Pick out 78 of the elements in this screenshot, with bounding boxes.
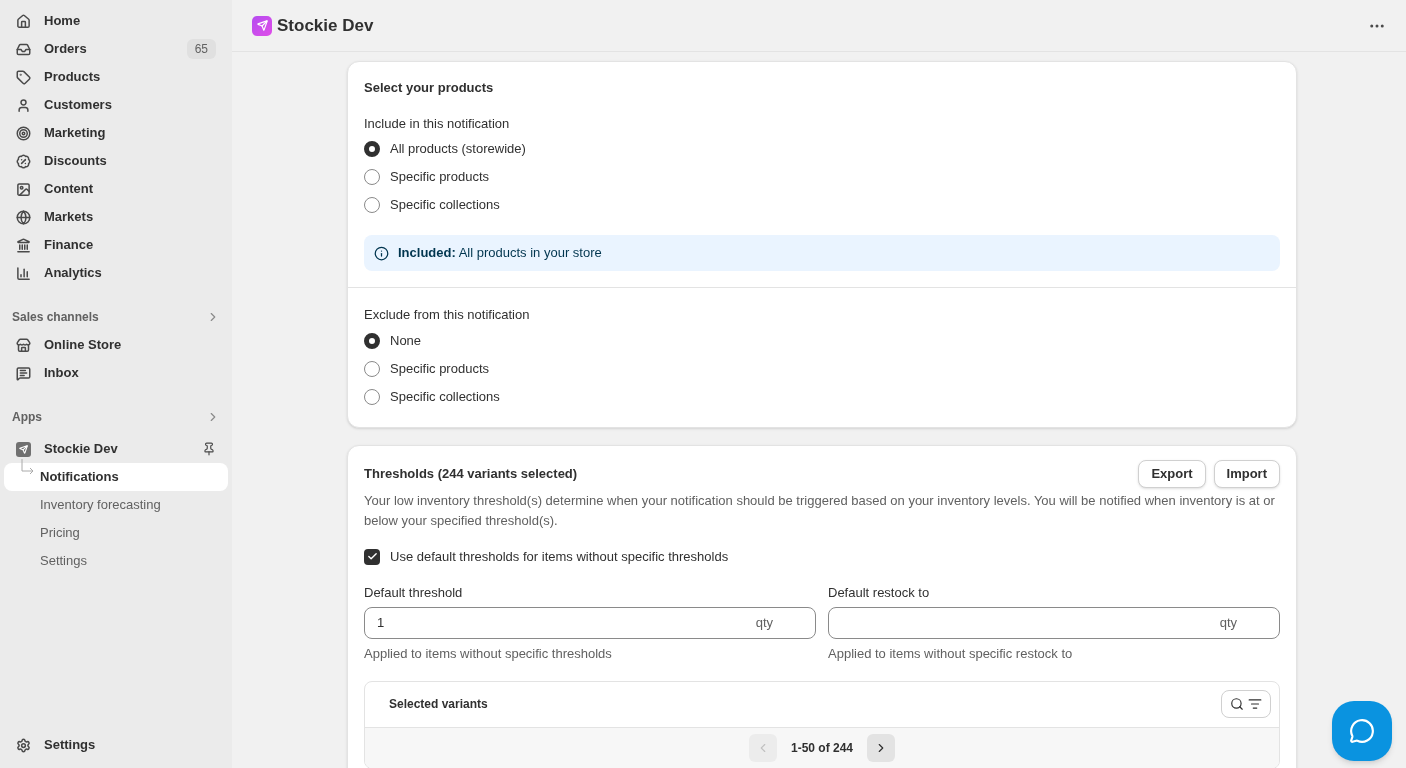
bank-icon bbox=[16, 237, 31, 253]
image-icon bbox=[16, 181, 31, 197]
help-text: Applied to items without specific restock to bbox=[828, 645, 1074, 663]
field-suffix: qty bbox=[1219, 614, 1237, 633]
nav-item[interactable]: Analytics bbox=[4, 259, 228, 287]
page-title: Stockie Dev bbox=[277, 14, 375, 37]
group-label: Exclude from this notification bbox=[364, 306, 531, 324]
table-title: Selected variants bbox=[389, 696, 488, 713]
info-icon bbox=[374, 245, 389, 261]
search-icon bbox=[1230, 697, 1244, 711]
number-field[interactable]: 1 qty bbox=[364, 607, 816, 639]
nav-subitem[interactable]: Pricing bbox=[4, 519, 228, 547]
field-label: Default threshold bbox=[364, 583, 464, 602]
nav-item[interactable]: Markets bbox=[4, 203, 228, 231]
nav-item[interactable]: Settings bbox=[4, 731, 228, 759]
filter-icon bbox=[1248, 697, 1262, 711]
radio-label: None bbox=[390, 331, 422, 350]
nav-item[interactable]: Products bbox=[4, 63, 228, 91]
description-text: Your low inventory threshold(s) determine when your notification should be triggered based on your inventory levels. You will be notified when inventory is at or below your specified threshold(s). bbox=[364, 491, 1276, 530]
radio-button[interactable] bbox=[364, 141, 380, 157]
chat-button[interactable] bbox=[1332, 701, 1392, 761]
field-suffix: qty bbox=[755, 614, 773, 633]
count-badge: 65 bbox=[186, 39, 216, 59]
tag-icon bbox=[16, 69, 31, 85]
action-button[interactable]: Import bbox=[1213, 459, 1280, 488]
help-text: Applied to items without specific thresholds bbox=[364, 645, 613, 663]
number-field[interactable]: qty bbox=[828, 607, 1280, 639]
target-icon bbox=[16, 125, 31, 141]
nav-item[interactable]: Finance bbox=[4, 231, 228, 259]
radio-label: Specific collections bbox=[390, 196, 500, 215]
checkbox[interactable] bbox=[364, 548, 380, 565]
section-heading: Apps bbox=[12, 409, 42, 426]
pagination-text: 1-50 of 244 bbox=[789, 739, 854, 757]
card-title: Select your products bbox=[364, 79, 495, 97]
tree-connector-icon bbox=[21, 459, 35, 477]
radio-label: Specific products bbox=[390, 359, 489, 378]
next-page-button[interactable] bbox=[867, 733, 895, 762]
radio-label: Specific collections bbox=[390, 387, 500, 406]
check-icon bbox=[366, 551, 378, 562]
globe-icon bbox=[16, 209, 31, 225]
radio-button[interactable] bbox=[364, 169, 380, 185]
action-button[interactable]: Export bbox=[1138, 459, 1206, 488]
percent-badge-icon bbox=[16, 153, 31, 169]
nav-item[interactable]: Content bbox=[4, 175, 228, 203]
banner-text: Included: All products in your store bbox=[398, 244, 602, 263]
nav-item[interactable]: Discounts bbox=[4, 147, 228, 175]
nav-item[interactable]: Inbox bbox=[4, 359, 228, 387]
chat-icon bbox=[16, 365, 31, 381]
nav-subitem[interactable]: Settings bbox=[4, 547, 228, 575]
gear-icon bbox=[16, 737, 31, 753]
nav-item[interactable]: Customers bbox=[4, 91, 228, 119]
card-title: Thresholds (244 variants selected) bbox=[364, 464, 578, 483]
app-logo-icon bbox=[252, 15, 272, 36]
radio-button[interactable] bbox=[364, 197, 380, 213]
nav-item[interactable]: Home bbox=[4, 7, 228, 35]
checkbox-label: Use default thresholds for items without specific thresholds bbox=[390, 547, 729, 566]
app-icon bbox=[16, 441, 31, 457]
bar-chart-icon bbox=[16, 265, 31, 281]
nav-item[interactable]: Online Store bbox=[4, 331, 228, 359]
pin-icon[interactable] bbox=[202, 442, 216, 456]
nav-item[interactable]: Stockie Dev bbox=[44, 439, 202, 459]
store-icon bbox=[16, 337, 31, 353]
radio-label: All products (storewide) bbox=[390, 140, 526, 159]
radio-button[interactable] bbox=[364, 332, 380, 349]
field-label: Default restock to bbox=[828, 583, 931, 602]
radio-label: Specific products bbox=[390, 168, 489, 187]
radio-button[interactable] bbox=[364, 388, 380, 405]
person-icon bbox=[16, 97, 31, 113]
home-icon bbox=[16, 13, 31, 29]
group-label: Include in this notification bbox=[364, 114, 511, 133]
nav-item[interactable]: Marketing bbox=[4, 119, 228, 147]
radio-button[interactable] bbox=[364, 360, 380, 377]
search-filter-button[interactable] bbox=[1221, 690, 1271, 718]
nav-item[interactable]: Orders 65 bbox=[4, 35, 228, 63]
inbox-tray-icon bbox=[16, 41, 31, 57]
section-heading: Sales channels bbox=[12, 309, 99, 326]
chat-bubble-icon bbox=[1349, 718, 1375, 744]
nav-subitem[interactable]: Inventory forecasting bbox=[4, 491, 228, 519]
